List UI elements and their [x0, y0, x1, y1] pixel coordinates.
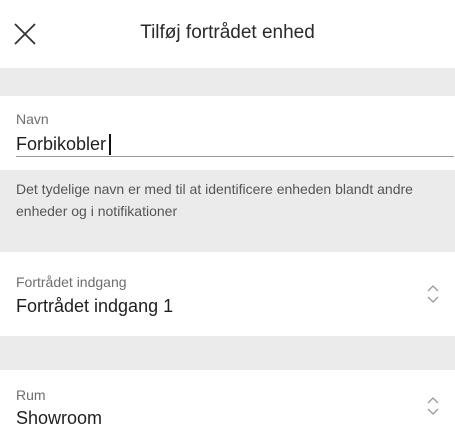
wired-input-value: Fortrådet indgang 1	[16, 296, 174, 316]
wired-input-select[interactable]: Fortrådet indgang Fortrådet indgang 1	[0, 270, 455, 325]
add-wired-device-screen: Tilføj fortrådet enhed Navn Det tydelige…	[0, 0, 455, 428]
chevron-up-down-icon	[427, 395, 439, 417]
section-divider	[0, 336, 455, 370]
name-input[interactable]	[16, 133, 454, 157]
room-label: Rum	[16, 387, 46, 403]
name-hint: Det tydelige navn er med til at identifi…	[0, 170, 455, 252]
wired-input-label: Fortrådet indgang	[16, 274, 127, 290]
section-divider	[0, 68, 455, 96]
text-cursor	[109, 134, 111, 155]
chevron-up-down-icon	[427, 283, 439, 305]
room-select[interactable]: Rum Showroom	[0, 383, 455, 428]
name-label: Navn	[16, 111, 49, 127]
page-title: Tilføj fortrådet enhed	[140, 22, 315, 43]
room-value: Showroom	[16, 408, 103, 428]
header: Tilføj fortrådet enhed	[0, 0, 455, 68]
